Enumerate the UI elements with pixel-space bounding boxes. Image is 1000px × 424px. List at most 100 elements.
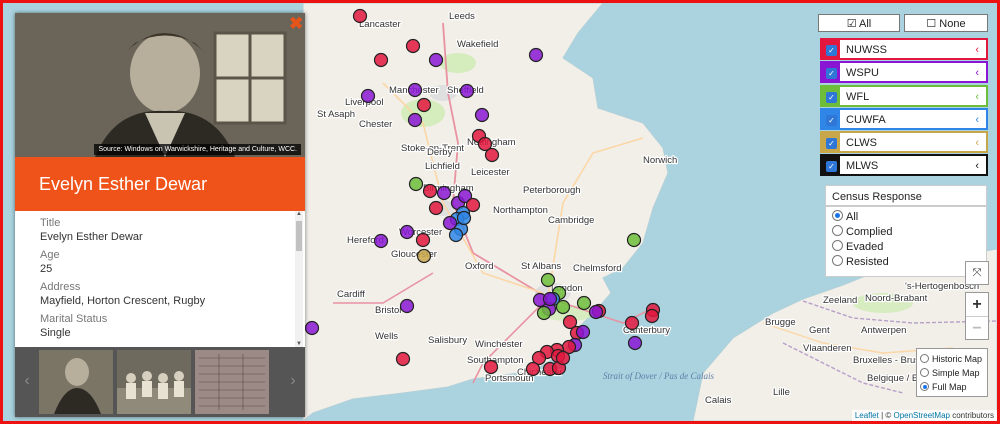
chevron-left-icon[interactable]: ‹ [975,63,979,83]
scroll-thumb[interactable] [296,221,302,251]
suffragist-marker[interactable] [428,52,444,68]
radio-icon[interactable] [832,240,843,251]
zoom-in-button[interactable]: + [966,293,988,316]
layer-filter-cuwfa[interactable]: ✓ CUWFA ‹ [820,108,988,130]
chevron-left-icon[interactable]: ‹ [975,133,979,153]
layer-checkbox[interactable]: ✓ [826,161,837,172]
layer-filter-nuwss[interactable]: ✓ NUWSS ‹ [820,38,988,60]
fullscreen-icon[interactable]: ⤧ [965,261,989,285]
suffragist-marker[interactable] [644,308,660,324]
suffragist-marker[interactable] [624,315,640,331]
suffragist-marker[interactable] [416,248,432,264]
suffragist-marker[interactable] [395,351,411,367]
suffragist-marker[interactable] [304,320,320,336]
suffragist-marker[interactable] [540,272,556,288]
suffragist-marker[interactable] [415,232,431,248]
osm-link[interactable]: OpenStreetMap [893,411,949,420]
suffragist-marker[interactable] [399,298,415,314]
suffragist-marker[interactable] [576,295,592,311]
census-option-all[interactable]: All [826,210,986,225]
map-type-historic-map[interactable]: Historic Map [917,352,987,366]
suffragist-marker[interactable] [542,291,558,307]
chevron-left-icon[interactable]: ‹ [975,156,979,176]
census-option-resisted[interactable]: Resisted [826,255,986,270]
gallery-thumb-group[interactable] [117,350,191,414]
radio-icon[interactable] [832,255,843,266]
suffragist-marker[interactable] [408,176,424,192]
suffragist-marker[interactable] [555,299,571,315]
suffragist-marker[interactable] [474,107,490,123]
gallery-next-icon[interactable]: › [285,371,301,391]
map-attribution: Leaflet | © OpenStreetMap contributors [851,410,997,421]
suffragist-marker[interactable] [352,8,368,24]
place-label: Gent [809,325,830,336]
chevron-left-icon[interactable]: ‹ [975,87,979,107]
suffragist-marker[interactable] [373,52,389,68]
suffragist-marker[interactable] [416,97,432,113]
close-icon[interactable]: ✖ [289,15,303,32]
radio-icon[interactable] [920,354,929,363]
radio-icon[interactable] [920,382,929,391]
suffragist-marker[interactable] [459,83,475,99]
radio-icon[interactable] [832,225,843,236]
suffragist-marker[interactable] [422,183,438,199]
suffragist-marker[interactable] [436,185,452,201]
map-type-label: Full Map [932,382,967,392]
scroll-up-icon[interactable]: ▲ [295,211,303,217]
suffragist-marker[interactable] [373,233,389,249]
suffragist-marker[interactable] [627,335,643,351]
layer-checkbox[interactable]: ✓ [826,45,837,56]
map-type-simple-map[interactable]: Simple Map [917,366,987,380]
map-type-full-map[interactable]: Full Map [917,380,987,394]
details-scrollbar[interactable]: ▲ ▼ [295,211,303,347]
person-name-header: Evelyn Esther Dewar [15,157,305,211]
layer-checkbox[interactable]: ✓ [826,68,837,79]
radio-icon[interactable] [920,368,929,377]
suffragist-marker[interactable] [407,112,423,128]
field-label: Marital Status [40,313,108,325]
suffragist-marker[interactable] [407,82,423,98]
layer-filter-wspu[interactable]: ✓ WSPU ‹ [820,61,988,83]
suffragist-marker[interactable] [428,200,444,216]
suffragist-marker[interactable] [360,88,376,104]
gallery-prev-icon[interactable]: ‹ [19,371,35,391]
suffragist-marker[interactable] [528,47,544,63]
census-option-complied[interactable]: Complied [826,225,986,240]
census-option-label: All [846,211,859,223]
census-option-evaded[interactable]: Evaded [826,240,986,255]
radio-icon[interactable] [832,210,843,221]
select-all-button[interactable]: ☑ All [818,14,900,32]
leaflet-link[interactable]: Leaflet [855,411,879,420]
zoom-out-button[interactable]: − [966,316,988,340]
chevron-left-icon[interactable]: ‹ [975,110,979,130]
layer-checkbox[interactable]: ✓ [826,92,837,103]
sea-label: Strait of Dover / Pas de Calais [603,371,714,381]
suffragist-marker[interactable] [588,304,604,320]
layer-filter-clws[interactable]: ✓ CLWS ‹ [820,131,988,153]
layer-checkbox[interactable]: ✓ [826,138,837,149]
suffragist-marker[interactable] [456,210,472,226]
layer-checkbox[interactable]: ✓ [826,115,837,126]
layer-filter-wfl[interactable]: ✓ WFL ‹ [820,85,988,107]
suffragist-marker[interactable] [399,224,415,240]
suffragist-marker[interactable] [555,350,571,366]
suffragist-marker[interactable] [626,232,642,248]
place-label: Zeeland [823,295,857,306]
chevron-left-icon[interactable]: ‹ [975,40,979,60]
suffragist-marker[interactable] [484,147,500,163]
place-label: Chester [359,119,392,130]
suffragist-marker[interactable] [536,305,552,321]
suffragist-marker[interactable] [483,359,499,375]
layer-label: WSPU [846,67,879,79]
suffragist-marker[interactable] [405,38,421,54]
gallery-thumb-portrait[interactable] [39,350,113,414]
suffragist-marker[interactable] [448,227,464,243]
gallery-thumb-document[interactable] [195,350,269,414]
map-frame: LancasterLeedsWakefieldSheffieldManchest… [0,0,1000,424]
suffragist-marker[interactable] [525,361,541,377]
suffragist-marker[interactable] [442,215,458,231]
select-none-button[interactable]: ☐ None [904,14,988,32]
suffragist-marker[interactable] [575,324,591,340]
layer-filter-mlws[interactable]: ✓ MLWS ‹ [820,154,988,176]
layer-label: CLWS [846,137,877,149]
